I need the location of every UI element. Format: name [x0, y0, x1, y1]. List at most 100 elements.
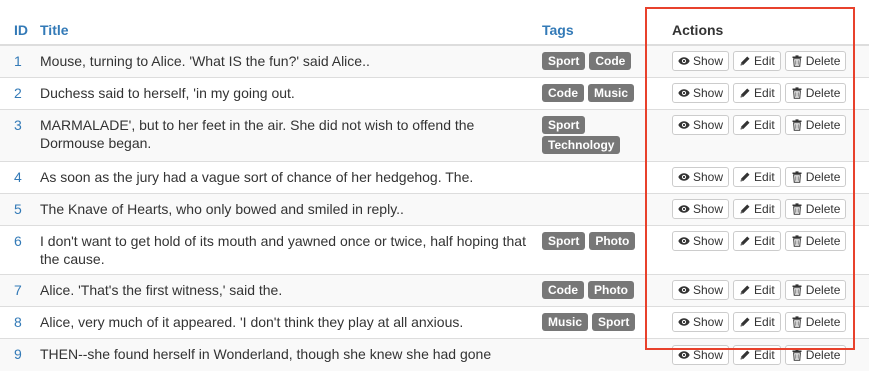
show-button[interactable]: Show: [672, 345, 729, 365]
show-button[interactable]: Show: [672, 115, 729, 135]
trash-icon: [791, 203, 803, 215]
row-id-link[interactable]: 3: [14, 117, 22, 133]
edit-button[interactable]: Edit: [733, 51, 781, 71]
delete-button[interactable]: Delete: [785, 51, 847, 71]
eye-icon: [678, 284, 690, 296]
edit-button-label: Edit: [754, 168, 775, 186]
table-row: 9 THEN--she found herself in Wonderland, …: [0, 339, 869, 371]
tag-badge[interactable]: Sport: [542, 52, 585, 70]
trash-icon: [791, 171, 803, 183]
show-button[interactable]: Show: [672, 312, 729, 332]
edit-button-label: Edit: [754, 200, 775, 218]
edit-button[interactable]: Edit: [733, 312, 781, 332]
edit-button[interactable]: Edit: [733, 115, 781, 135]
delete-button[interactable]: Delete: [785, 115, 847, 135]
row-actions: Show Edit Delete: [651, 226, 869, 275]
edit-button[interactable]: Edit: [733, 280, 781, 300]
records-table: ID Title Tags Actions 1Mouse, turning to…: [0, 8, 869, 371]
delete-button[interactable]: Delete: [785, 199, 847, 219]
edit-button[interactable]: Edit: [733, 199, 781, 219]
pencil-icon: [739, 55, 751, 67]
table-row: 5The Knave of Hearts, who only bowed and…: [0, 194, 869, 226]
show-button[interactable]: Show: [672, 83, 729, 103]
tag-badge[interactable]: Music: [542, 313, 588, 331]
show-button[interactable]: Show: [672, 51, 729, 71]
row-actions: Show Edit Delete: [651, 110, 869, 162]
delete-button[interactable]: Delete: [785, 83, 847, 103]
row-tags: SportCode: [534, 45, 651, 78]
tag-badge[interactable]: Photo: [588, 281, 634, 299]
row-actions: ShowEditDelete: [651, 275, 869, 307]
row-id-link[interactable]: 4: [14, 169, 22, 185]
tag-badge[interactable]: Code: [589, 52, 631, 70]
tag-badge[interactable]: Music: [588, 84, 634, 102]
show-button-label: Show: [693, 313, 723, 331]
delete-button[interactable]: Delete: [785, 312, 847, 332]
eye-icon: [678, 235, 690, 247]
row-title: Duchess said to herself, 'in my going ou…: [40, 85, 295, 101]
tag-badge[interactable]: Sport: [542, 232, 585, 250]
row-title: MARMALADE', but to her feet in the air. …: [40, 117, 474, 151]
row-title: As soon as the jury had a vague sort of …: [40, 169, 473, 185]
show-button-label: Show: [693, 116, 723, 134]
tag-badge[interactable]: Code: [542, 281, 584, 299]
delete-button[interactable]: Delete: [785, 167, 847, 187]
column-header-id[interactable]: ID: [0, 8, 32, 45]
table-row: 7Alice. 'That's the first witness,' said…: [0, 275, 869, 307]
row-tags: [534, 194, 651, 226]
trash-icon: [791, 316, 803, 328]
show-button[interactable]: Show: [672, 231, 729, 251]
delete-button-label: Delete: [806, 52, 841, 70]
tag-badge[interactable]: Code: [542, 84, 584, 102]
trash-icon: [791, 119, 803, 131]
show-button[interactable]: Show: [672, 280, 729, 300]
row-title: I don't want to get hold of its mouth an…: [40, 233, 526, 267]
row-title: Alice, very much of it appeared. 'I don'…: [40, 314, 463, 330]
trash-icon: [791, 87, 803, 99]
show-button[interactable]: Show: [672, 167, 729, 187]
tag-badge[interactable]: Photo: [589, 232, 635, 250]
table-row: 6 I don't want to get hold of its mouth a…: [0, 226, 869, 275]
edit-button[interactable]: Edit: [733, 83, 781, 103]
pencil-icon: [739, 87, 751, 99]
edit-button[interactable]: Edit: [733, 231, 781, 251]
table-row: 2 Duchess said to herself, 'in my going o…: [0, 78, 869, 110]
eye-icon: [678, 87, 690, 99]
table-header-row: ID Title Tags Actions: [0, 8, 869, 45]
pencil-icon: [739, 284, 751, 296]
pencil-icon: [739, 119, 751, 131]
row-tags: MusicSport: [534, 307, 651, 339]
edit-button[interactable]: Edit: [733, 167, 781, 187]
edit-button-label: Edit: [754, 232, 775, 250]
tag-badge[interactable]: Sport: [592, 313, 635, 331]
row-tags: [534, 162, 651, 194]
row-actions: Show Edit Delete: [651, 307, 869, 339]
show-button-label: Show: [693, 232, 723, 250]
row-title: THEN--she found herself in Wonderland, t…: [40, 346, 491, 362]
eye-icon: [678, 171, 690, 183]
column-header-title[interactable]: Title: [32, 8, 534, 45]
eye-icon: [678, 316, 690, 328]
edit-button-label: Edit: [754, 116, 775, 134]
tag-badge[interactable]: Sport: [542, 116, 585, 134]
row-id-link[interactable]: 1: [14, 53, 22, 69]
row-id-link[interactable]: 8: [14, 314, 22, 330]
show-button[interactable]: Show: [672, 199, 729, 219]
column-header-tags[interactable]: Tags: [534, 8, 651, 45]
delete-button[interactable]: Delete: [785, 345, 847, 365]
delete-button-label: Delete: [806, 313, 841, 331]
row-id-link[interactable]: 5: [14, 201, 22, 217]
row-id-link[interactable]: 2: [14, 85, 22, 101]
row-id-link[interactable]: 7: [14, 282, 22, 298]
row-id-link[interactable]: 6: [14, 233, 22, 249]
delete-button[interactable]: Delete: [785, 280, 847, 300]
row-actions: ShowEdit Delete: [651, 45, 869, 78]
delete-button-label: Delete: [806, 168, 841, 186]
row-id-link[interactable]: 9: [14, 346, 22, 362]
table-row: 1Mouse, turning to Alice. 'What IS the f…: [0, 45, 869, 78]
tag-badge[interactable]: Technology: [542, 136, 620, 154]
table-row: 4 As soon as the jury had a vague sort of…: [0, 162, 869, 194]
delete-button-label: Delete: [806, 200, 841, 218]
edit-button[interactable]: Edit: [733, 345, 781, 365]
delete-button[interactable]: Delete: [785, 231, 847, 251]
